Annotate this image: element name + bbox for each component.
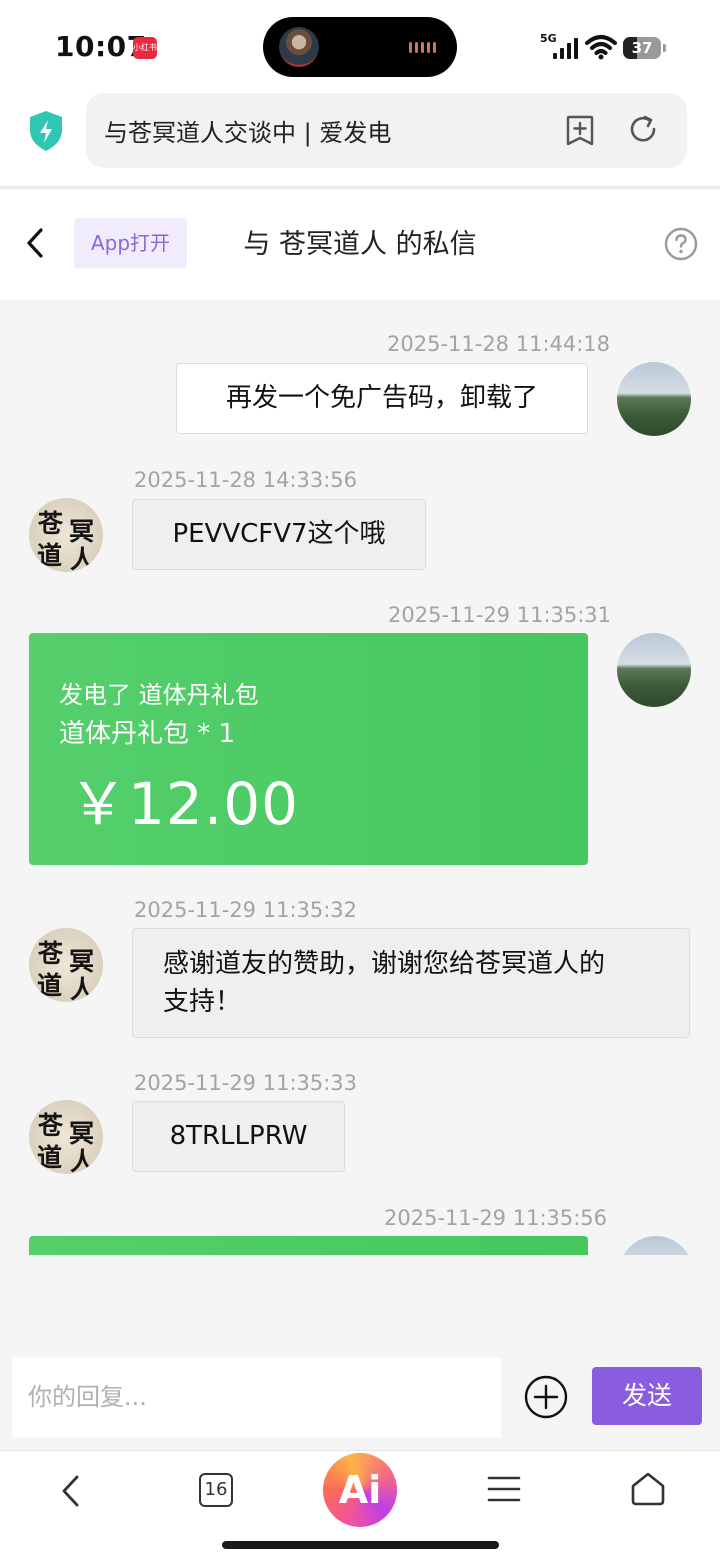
gift-title: 发电了 道体丹礼包 <box>59 681 259 709</box>
avatar-calligraphy: 道 <box>37 1143 63 1172</box>
security-shield-icon[interactable] <box>28 110 64 152</box>
canming-avatar[interactable]: 苍 冥 道 人 <box>29 498 103 572</box>
message-timestamp: 2025-11-28 11:44:18 <box>387 332 611 356</box>
browser-bottom-nav: 16 Ai <box>0 1450 720 1560</box>
message-bubble-received[interactable]: PEVVCFV7这个哦 <box>132 499 426 570</box>
home-icon[interactable] <box>630 1471 666 1507</box>
reply-bar: 发送 <box>0 1340 720 1450</box>
chat-header: App打开 与 苍冥道人 的私信 <box>0 190 720 300</box>
audio-wave-icon <box>409 42 436 53</box>
my-avatar[interactable] <box>619 1236 693 1255</box>
message-timestamp: 2025-11-29 11:35:33 <box>134 1071 358 1095</box>
reload-icon[interactable] <box>629 115 659 145</box>
open-in-app-button[interactable]: App打开 <box>74 218 187 268</box>
browser-address-bar: 与苍冥道人交谈中 | 爱发电 <box>0 90 720 186</box>
avatar-calligraphy: 道 <box>37 971 63 1000</box>
url-field[interactable]: 与苍冥道人交谈中 | 爱发电 <box>86 93 687 168</box>
avatar-calligraphy: 苍 <box>38 1111 64 1140</box>
ai-assistant-button[interactable]: Ai <box>323 1453 397 1527</box>
message-text-line: 支持！ <box>163 987 242 1017</box>
battery-level: 37 <box>631 39 653 57</box>
xiaohongshu-badge-icon[interactable]: 小红书 <box>133 37 157 59</box>
page-title: 与 苍冥道人 的私信 <box>243 229 477 260</box>
back-arrow-icon[interactable] <box>22 226 50 260</box>
wifi-icon <box>585 35 617 60</box>
avatar-calligraphy: 道 <box>37 541 63 570</box>
avatar-calligraphy: 人 <box>70 1147 96 1174</box>
tabs-count-button[interactable]: 16 <box>199 1473 233 1507</box>
my-avatar[interactable] <box>617 633 691 707</box>
message-list[interactable]: 2025-11-28 11:44:18 再发一个免广告码，卸载了 2025-11… <box>0 300 720 1255</box>
my-avatar[interactable] <box>617 362 691 436</box>
status-bar: 10:07 小红书 5G 37 <box>0 0 720 90</box>
canming-avatar[interactable]: 苍 冥 道 人 <box>29 928 103 1002</box>
page-title-in-url: 与苍冥道人交谈中 | 爱发电 <box>104 119 392 147</box>
avatar-calligraphy: 苍 <box>38 939 64 968</box>
help-icon[interactable] <box>664 227 698 261</box>
home-indicator[interactable] <box>222 1541 499 1549</box>
reply-input[interactable] <box>12 1357 501 1437</box>
dynamic-island[interactable] <box>263 17 457 77</box>
sponsor-gift-card[interactable] <box>29 1236 588 1255</box>
plus-circle-icon[interactable] <box>524 1375 568 1419</box>
menu-icon[interactable] <box>487 1474 521 1504</box>
message-timestamp: 2025-11-29 11:35:31 <box>388 603 612 627</box>
message-bubble-received[interactable]: 8TRLLPRW <box>132 1101 345 1172</box>
nav-back-icon[interactable] <box>56 1473 86 1509</box>
message-bubble-received[interactable]: 感谢道友的赞助，谢谢您给苍冥道人的 支持！ <box>132 928 690 1038</box>
message-text-line: 感谢道友的赞助，谢谢您给苍冥道人的 <box>163 949 606 979</box>
add-bookmark-icon[interactable] <box>565 115 595 147</box>
gift-amount: ￥12.00 <box>69 770 300 838</box>
message-timestamp: 2025-11-29 11:35:56 <box>384 1206 608 1230</box>
canming-avatar[interactable]: 苍 冥 道 人 <box>29 1100 103 1174</box>
send-button[interactable]: 发送 <box>592 1367 702 1425</box>
message-timestamp: 2025-11-29 11:35:32 <box>134 898 358 922</box>
avatar-calligraphy: 苍 <box>38 509 64 538</box>
sponsor-gift-card[interactable]: 发电了 道体丹礼包 道体丹礼包 * 1 ￥12.00 <box>29 633 588 865</box>
message-bubble-sent[interactable]: 再发一个免广告码，卸载了 <box>176 363 588 434</box>
gift-item: 道体丹礼包 * 1 <box>59 719 236 749</box>
battery-icon: 37 <box>623 37 661 59</box>
avatar-calligraphy: 人 <box>70 545 96 572</box>
now-playing-avatar <box>279 27 319 67</box>
message-timestamp: 2025-11-28 14:33:56 <box>134 468 358 492</box>
avatar-calligraphy: 人 <box>70 975 96 1002</box>
signal-icon <box>553 38 578 59</box>
